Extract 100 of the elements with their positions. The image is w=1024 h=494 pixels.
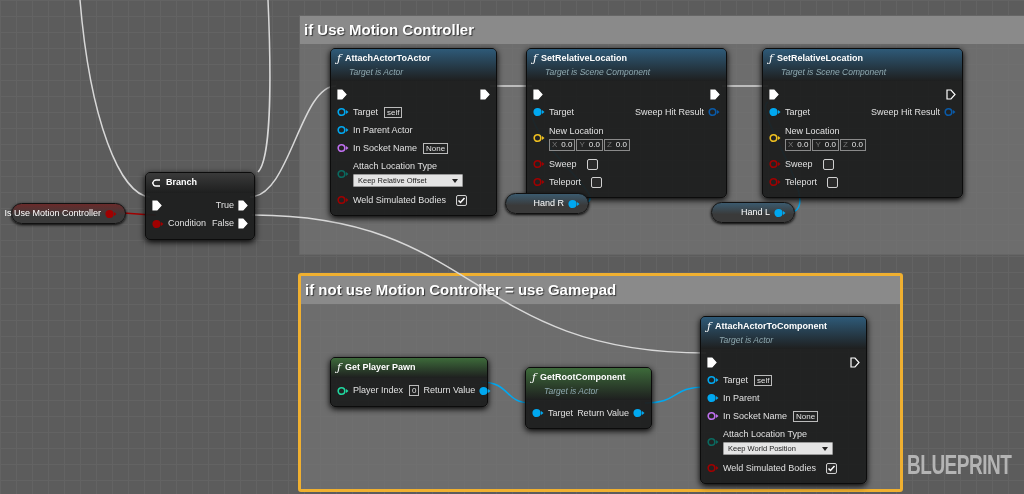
pin-label: In Parent: [723, 391, 760, 405]
pin-label: Target: [723, 373, 748, 387]
value-field[interactable]: self: [754, 374, 773, 386]
pin-label: In Socket Name: [353, 141, 418, 155]
pin-icon[interactable]: [337, 385, 349, 396]
pin-label: Return Value: [577, 406, 629, 420]
exec-pin-icon[interactable]: [946, 88, 956, 100]
value-field[interactable]: None: [793, 410, 819, 422]
value-field[interactable]: None: [423, 142, 449, 154]
pin-label: Teleport: [549, 175, 582, 189]
node-subtitle: Target is Actor: [543, 384, 600, 398]
pin-icon[interactable]: [769, 107, 781, 118]
node-title: AttachActorToComponent: [715, 320, 827, 333]
exec-pin-icon[interactable]: [850, 356, 860, 368]
function-icon: ƒ: [337, 52, 342, 65]
node-subtitle: Target is Scene Component: [544, 65, 652, 79]
branch-icon: [152, 177, 162, 188]
pin-icon[interactable]: [769, 133, 781, 144]
exec-pin-icon[interactable]: [337, 88, 347, 100]
variable-node[interactable]: Hand L: [711, 202, 795, 223]
pin-icon[interactable]: [707, 411, 719, 422]
exec-pin-icon[interactable]: [480, 88, 490, 100]
node-title: SetRelativeLocation: [541, 52, 628, 65]
pin-label: True: [215, 198, 234, 212]
pin-icon[interactable]: [707, 375, 719, 386]
caret-icon: [452, 178, 458, 183]
checkbox[interactable]: [591, 176, 603, 188]
value-field[interactable]: 0: [409, 385, 420, 396]
number-field[interactable]: Y 0.0: [812, 138, 839, 151]
node-title: SetRelativeLocation: [777, 52, 864, 65]
checkbox[interactable]: [822, 158, 834, 170]
pin-label: Teleport: [785, 175, 818, 189]
function-icon: ƒ: [532, 371, 537, 384]
pin-label: Weld Simulated Bodies: [723, 461, 816, 475]
pin-icon[interactable]: [479, 385, 492, 396]
pin-label: In Parent Actor: [353, 123, 413, 137]
exec-pin-icon[interactable]: [238, 218, 248, 229]
checkbox[interactable]: [586, 158, 598, 170]
pin-label: False: [212, 216, 234, 230]
number-field[interactable]: Y 0.0: [576, 138, 603, 151]
checkbox[interactable]: [827, 176, 839, 188]
exec-pin-icon[interactable]: [533, 88, 543, 100]
comment-title: if Use Motion Controller: [300, 16, 1024, 44]
number-field[interactable]: Z 0.0: [603, 138, 630, 151]
number-field[interactable]: X 0.0: [549, 138, 576, 151]
pin-label: Sweep: [785, 157, 813, 171]
number-field[interactable]: Z 0.0: [839, 138, 866, 151]
pin-label: In Socket Name: [723, 409, 788, 423]
variable-name: Is Use Motion Controller: [4, 206, 101, 220]
pin-icon[interactable]: [633, 408, 645, 419]
pin-label: New Location: [785, 125, 841, 137]
pin-label: Target: [548, 406, 573, 420]
pin-label: Target: [353, 105, 378, 119]
pin-icon[interactable]: [774, 207, 786, 218]
pin-label: Player Index: [353, 383, 404, 397]
pin-label: Condition: [168, 216, 207, 230]
exec-pin-icon[interactable]: [710, 88, 720, 100]
pin-label: Sweep: [549, 157, 577, 171]
node-subtitle: Target is Actor: [348, 65, 405, 79]
exec-pin-icon[interactable]: [152, 200, 162, 211]
value-field[interactable]: self: [384, 106, 403, 118]
function-icon: ƒ: [769, 52, 774, 65]
pin-icon[interactable]: [337, 107, 349, 118]
pin-label: Sweep Hit Result: [870, 105, 940, 119]
pin-icon[interactable]: [533, 107, 545, 118]
blueprint-node[interactable]: ƒ SetRelativeLocation Target is Scene Component Target Sweep Hit Result New Location X 0.0 Y 0.0 Z 0.0 Sweep Teleport: [762, 48, 963, 199]
pin-label: Weld Simulated Bodies: [353, 193, 446, 207]
pin-label: New Location: [549, 125, 605, 137]
pin-icon[interactable]: [337, 143, 349, 154]
pin-label: Target: [549, 105, 574, 119]
number-field[interactable]: X 0.0: [785, 138, 812, 151]
blueprint-node[interactable]: ƒ Get Player Pawn Player Index 0 Return Value: [330, 357, 488, 407]
function-icon: ƒ: [533, 52, 538, 65]
pin-icon[interactable]: [533, 133, 545, 144]
blueprint-node[interactable]: Branch True Condition False: [145, 172, 255, 240]
pin-icon[interactable]: [568, 198, 580, 209]
function-icon: ƒ: [337, 361, 342, 374]
blueprint-node[interactable]: ƒ SetRelativeLocation Target is Scene Component Target Sweep Hit Result New Location X 0.0 Y 0.0 Z 0.0 Sweep Teleport: [526, 48, 727, 199]
variable-node[interactable]: Hand R: [505, 193, 589, 214]
exec-pin-icon[interactable]: [769, 88, 779, 100]
pin-icon[interactable]: [532, 408, 544, 419]
checkbox[interactable]: [455, 194, 467, 206]
blueprint-node[interactable]: ƒ GetRootComponent Target is Actor Target Return Value: [525, 367, 652, 430]
pin-label: Sweep Hit Result: [634, 105, 704, 119]
pin-icon[interactable]: [707, 393, 719, 404]
pin-label: Attach Location Type: [723, 429, 808, 441]
variable-name: Hand R: [533, 196, 564, 210]
exec-pin-icon[interactable]: [238, 200, 248, 211]
node-title: AttachActorToActor: [345, 52, 431, 65]
node-subtitle: Target is Scene Component: [780, 65, 888, 79]
pin-label: Attach Location Type: [353, 161, 438, 173]
node-subtitle: Target is Actor: [718, 333, 775, 347]
function-icon: ƒ: [707, 320, 712, 333]
checkbox[interactable]: [825, 462, 837, 474]
node-title: GetRootComponent: [540, 371, 626, 384]
node-title: Get Player Pawn: [345, 361, 416, 374]
caret-icon: [822, 446, 828, 451]
pin-icon[interactable]: [337, 125, 349, 136]
exec-pin-icon[interactable]: [707, 356, 717, 368]
graph-label: BLUEPRINT: [907, 450, 1012, 480]
